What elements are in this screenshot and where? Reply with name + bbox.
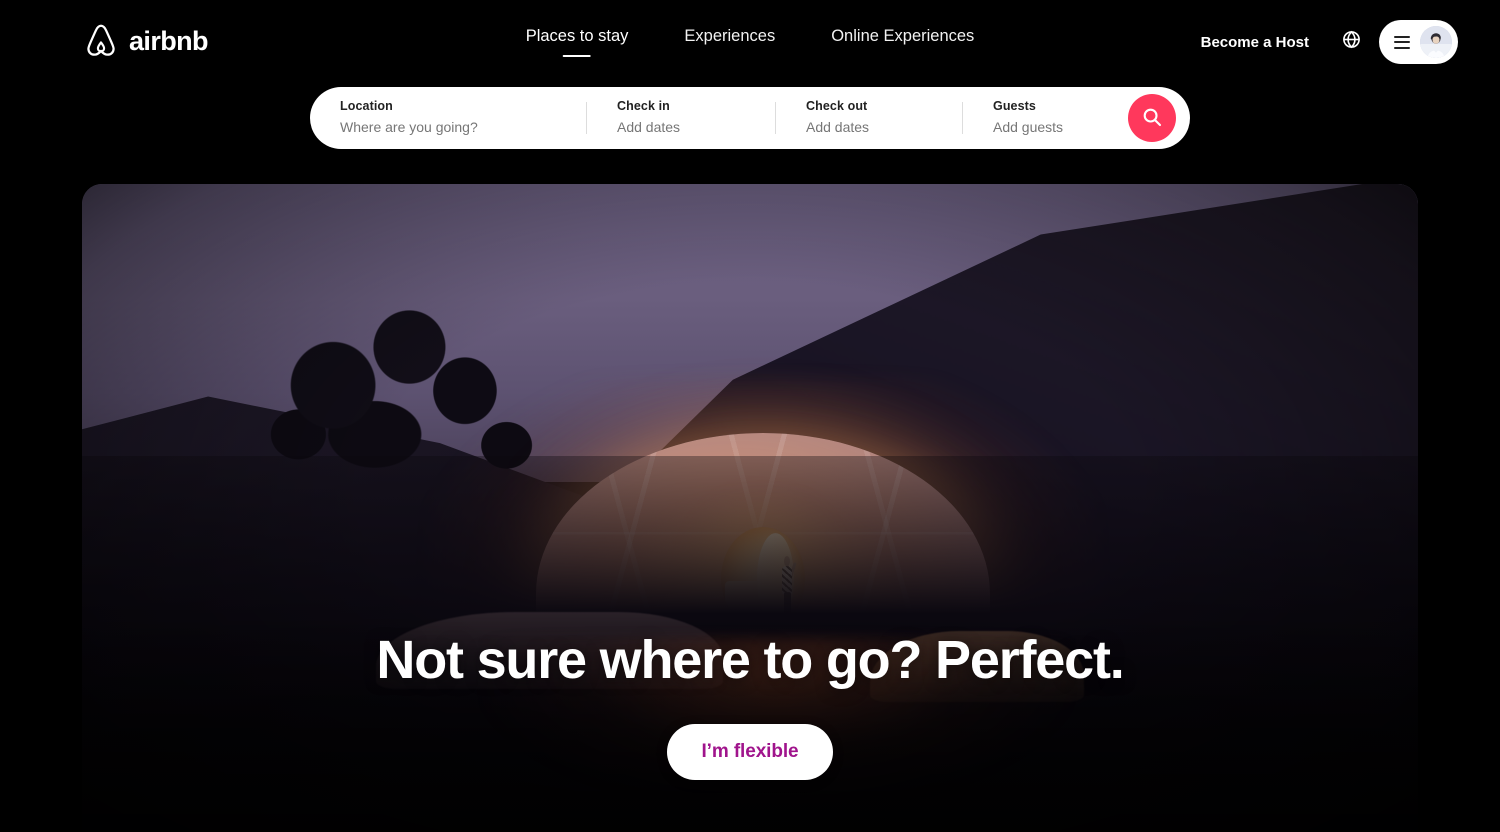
search-label-guests: Guests [993, 99, 1036, 114]
search-bar: Location Where are you going? Check in A… [310, 87, 1190, 149]
main-navigation: Places to stay Experiences Online Experi… [525, 26, 974, 59]
nav-item-experiences[interactable]: Experiences [684, 26, 775, 59]
hamburger-menu-icon [1394, 35, 1410, 49]
search-field-location[interactable]: Location Where are you going? [310, 87, 586, 149]
airbnb-wordmark: airbnb [129, 25, 209, 56]
hero-banner: Not sure where to go? Perfect. I’m flexi… [82, 184, 1418, 832]
user-menu-button[interactable] [1379, 20, 1458, 64]
user-avatar [1420, 26, 1452, 58]
search-submit-button[interactable] [1128, 94, 1176, 142]
globe-icon [1342, 30, 1361, 54]
site-header: airbnb Places to stay Experiences Online… [0, 0, 1500, 84]
hero-content: Not sure where to go? Perfect. I’m flexi… [82, 629, 1418, 780]
search-field-checkin[interactable]: Check in Add dates [587, 87, 775, 149]
search-icon [1142, 107, 1162, 130]
nav-item-places-to-stay[interactable]: Places to stay [525, 26, 629, 59]
nav-label-experiences: Experiences [684, 27, 776, 45]
nav-label-online-experiences: Online Experiences [831, 27, 975, 45]
header-actions: Become a Host [1187, 20, 1458, 64]
search-input-checkout[interactable]: Add dates [806, 117, 962, 137]
airbnb-belo-icon [82, 22, 120, 60]
search-field-guests[interactable]: Guests Add guests [963, 87, 1133, 149]
im-flexible-button[interactable]: I’m flexible [667, 724, 833, 780]
search-field-checkout[interactable]: Check out Add dates [776, 87, 962, 149]
search-input-guests[interactable]: Add guests [993, 117, 1133, 137]
search-label-checkout: Check out [806, 99, 868, 114]
nav-item-online-experiences[interactable]: Online Experiences [831, 26, 974, 59]
become-a-host-button[interactable]: Become a Host [1187, 24, 1323, 61]
hero-headline: Not sure where to go? Perfect. [376, 629, 1124, 690]
search-input-checkin[interactable]: Add dates [617, 117, 775, 137]
nav-active-indicator [563, 54, 592, 58]
search-label-location: Location [340, 99, 393, 114]
airbnb-logo[interactable]: airbnb [82, 22, 209, 60]
search-label-checkin: Check in [617, 99, 670, 114]
search-input-location[interactable]: Where are you going? [340, 117, 586, 137]
language-globe-button[interactable] [1331, 22, 1371, 62]
nav-label-places-to-stay: Places to stay [525, 27, 629, 45]
airbnb-homepage: airbnb Places to stay Experiences Online… [0, 0, 1500, 832]
